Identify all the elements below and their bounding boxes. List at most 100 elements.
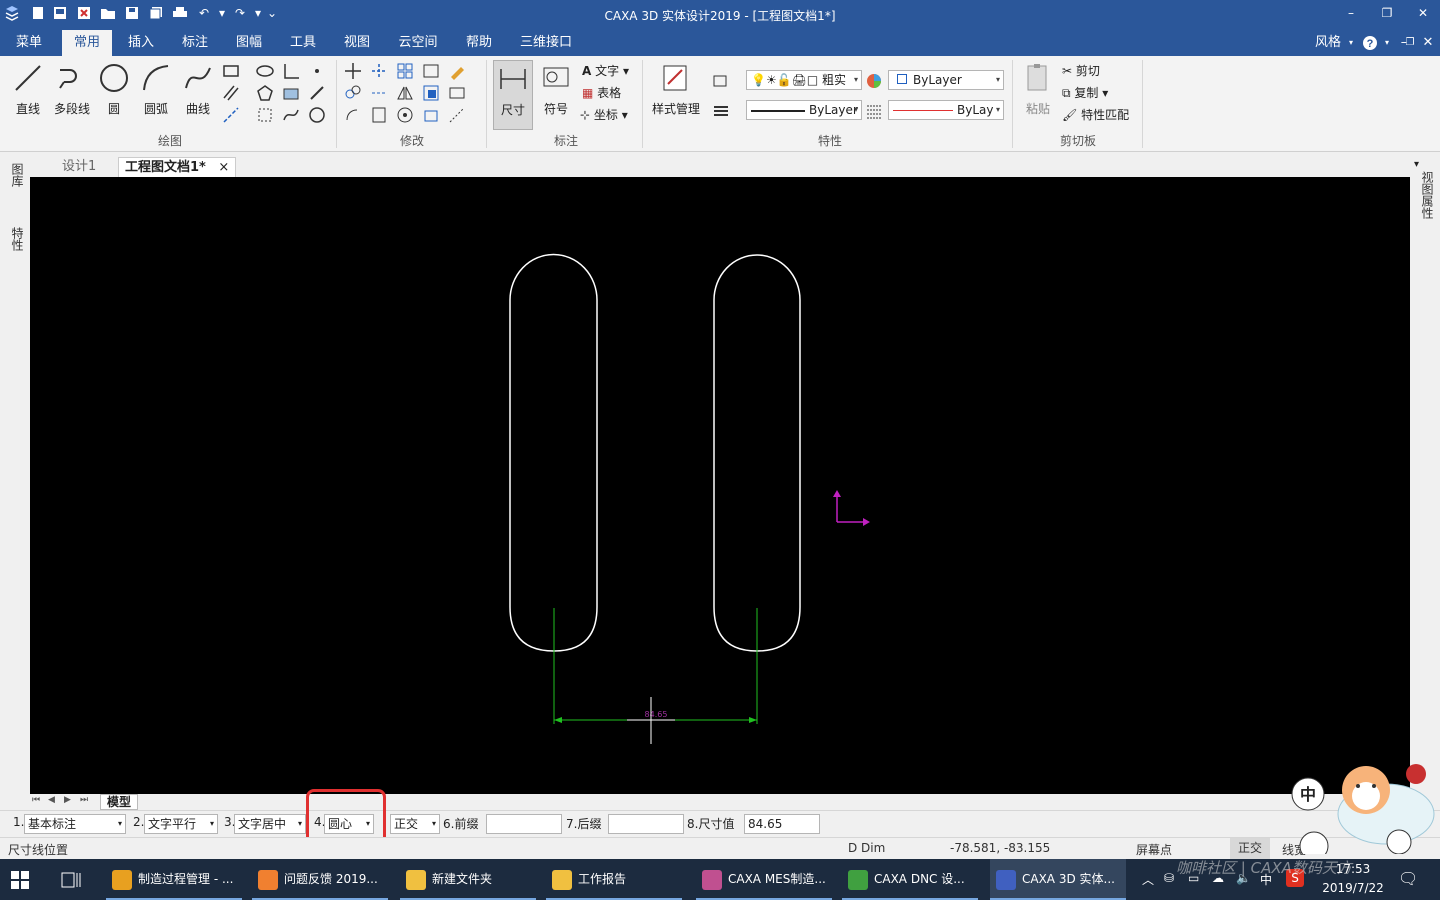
close-tab-icon[interactable]: × — [218, 160, 229, 175]
taskbar-app-4[interactable]: CAXA MES制造... — [696, 859, 832, 900]
arc-button[interactable]: 圆弧 — [136, 60, 176, 130]
mirror-icon[interactable] — [396, 84, 414, 102]
taskbar-app-1[interactable]: 问题反馈 2019... — [252, 859, 388, 900]
tab-common[interactable]: 常用 — [62, 30, 112, 56]
tab-frame[interactable]: 图幅 — [224, 30, 274, 56]
first-sheet-icon[interactable]: ⏮ — [32, 795, 40, 805]
explode-icon[interactable] — [422, 106, 440, 124]
copy-button[interactable]: ⧉ 复制 ▾ — [1062, 84, 1108, 101]
tab-3d-interface[interactable]: 三维接口 — [512, 30, 580, 56]
text-button[interactable]: A 文字 ▾ — [582, 62, 629, 79]
layer-icon[interactable] — [712, 72, 730, 90]
doc-restore-button[interactable]: ❐ — [1402, 30, 1418, 56]
panel-dropdown-icon[interactable]: ▾ — [1414, 159, 1419, 170]
tab-view[interactable]: 视图 — [332, 30, 382, 56]
fillet-icon[interactable] — [282, 62, 300, 80]
last-sheet-icon[interactable]: ⏭ — [80, 795, 88, 805]
point-icon[interactable] — [308, 62, 326, 80]
tab-cloud[interactable]: 云空间 — [390, 30, 446, 56]
array-icon[interactable] — [396, 62, 414, 80]
polyline-button[interactable]: 多段线 — [50, 60, 94, 130]
trim-icon[interactable] — [370, 62, 388, 80]
line-button[interactable]: 直线 — [8, 60, 48, 130]
hatch-icon[interactable] — [282, 84, 300, 102]
taskbar-app-6[interactable]: CAXA 3D 实体... — [990, 859, 1126, 900]
ortho-mode-select[interactable]: 正交 ▾ — [390, 814, 440, 834]
task-view-icon[interactable] — [60, 870, 82, 890]
prev-sheet-icon[interactable]: ◀ — [48, 795, 55, 805]
dimension-button[interactable]: 尺寸 — [493, 60, 533, 130]
doc-close-button[interactable]: ✕ — [1420, 30, 1436, 56]
ortho-toggle[interactable]: 正交 — [1230, 838, 1271, 859]
tab-menu[interactable]: 菜单 — [4, 30, 54, 56]
library-panel-tab[interactable]: 图库 — [9, 163, 26, 187]
taskbar-app-0[interactable]: 制造过程管理 - ... — [106, 859, 242, 900]
erase-icon[interactable] — [448, 62, 466, 80]
network-tray-icon[interactable]: ⛁ — [1164, 871, 1174, 885]
notification-icon[interactable]: 🗨 — [1398, 869, 1418, 888]
model-tab[interactable]: 模型 — [100, 794, 139, 810]
stretch-icon[interactable] — [448, 84, 466, 102]
match-properties-button[interactable]: 🖌 特性匹配 — [1062, 106, 1129, 123]
next-sheet-icon[interactable]: ▶ — [64, 795, 71, 805]
style-menu[interactable]: 风格 — [1308, 30, 1348, 56]
rotate-icon[interactable] — [344, 106, 362, 124]
centerline-icon[interactable] — [222, 106, 240, 124]
taskbar-app-2[interactable]: 新建文件夹 — [400, 859, 536, 900]
linetype-select[interactable]: ByLayer ▾ — [746, 100, 862, 120]
cut-button[interactable]: ✂ 剪切 — [1062, 62, 1100, 79]
coordinate-button[interactable]: ⊹ 坐标 ▾ — [580, 106, 628, 123]
break-icon[interactable] — [370, 106, 388, 124]
offset-icon[interactable] — [422, 62, 440, 80]
tab-drawing-doc[interactable]: 工程图文档1* × — [118, 157, 237, 177]
prefix-input[interactable] — [486, 814, 562, 834]
dimension-value-input[interactable]: 84.65 — [744, 814, 820, 834]
text-position-select[interactable]: 文字居中 ▾ — [234, 814, 306, 834]
drawing-canvas[interactable]: 84.65 — [30, 177, 1410, 794]
style-manage-button[interactable]: 样式管理 — [648, 60, 704, 130]
circle-button[interactable]: 圆 — [94, 60, 134, 130]
linestyle-icon[interactable] — [865, 102, 883, 120]
linewidth-icon[interactable] — [712, 102, 730, 120]
view-properties-panel-tab[interactable]: 视图属性 — [1419, 171, 1436, 219]
align-icon[interactable] — [448, 106, 466, 124]
tab-help[interactable]: 帮助 — [454, 30, 504, 56]
color-select[interactable]: ByLayer ▾ — [888, 70, 1004, 90]
restore-button[interactable]: ❐ — [1372, 3, 1402, 23]
chamfer-icon[interactable] — [396, 106, 414, 124]
text-direction-select[interactable]: 文字平行 ▾ — [144, 814, 218, 834]
style-dropdown-icon[interactable]: ▾ — [1346, 30, 1356, 56]
move-icon[interactable] — [344, 62, 362, 80]
help-icon[interactable]: ? — [1360, 30, 1380, 56]
close-button[interactable]: ✕ — [1408, 3, 1438, 23]
taskbar-app-5[interactable]: CAXA DNC 设... — [842, 859, 978, 900]
minimize-button[interactable]: – — [1336, 3, 1366, 23]
layer-select[interactable]: 💡☀🔓🖨□ 粗实 ▾ — [746, 70, 862, 90]
tab-insert[interactable]: 插入 — [116, 30, 166, 56]
tab-annotate[interactable]: 标注 — [170, 30, 220, 56]
tray-expand-icon[interactable]: ︿ — [1142, 871, 1154, 888]
line-color-select[interactable]: ByLay ▾ — [888, 100, 1004, 120]
suffix-input[interactable] — [608, 814, 684, 834]
parallel-line-icon[interactable] — [222, 84, 240, 102]
circle-wave-icon[interactable] — [308, 106, 326, 124]
help-dropdown-icon[interactable]: ▾ — [1382, 30, 1392, 56]
copy-object-icon[interactable] — [344, 84, 362, 102]
rectangle-icon[interactable] — [222, 62, 240, 80]
polygon-icon[interactable] — [256, 84, 274, 102]
box-select-icon[interactable] — [256, 106, 274, 124]
dimension-type-select[interactable]: 基本标注 ▾ — [24, 814, 126, 834]
spline-icon[interactable] — [282, 106, 300, 124]
windows-start-icon[interactable] — [10, 870, 30, 890]
tab-tools[interactable]: 工具 — [278, 30, 328, 56]
scale-icon[interactable] — [422, 84, 440, 102]
snap-mode[interactable]: 屏幕点 — [1136, 841, 1172, 858]
paste-button[interactable]: 粘贴 — [1018, 60, 1058, 130]
table-button[interactable]: ▦ 表格 — [582, 84, 621, 101]
symbol-button[interactable]: 符号 — [536, 60, 576, 130]
taskbar-app-3[interactable]: 工作报告 — [546, 859, 682, 900]
pick-icon[interactable] — [308, 84, 326, 102]
extend-icon[interactable] — [370, 84, 388, 102]
curve-button[interactable]: 曲线 — [178, 60, 218, 130]
ellipse-icon[interactable] — [256, 62, 274, 80]
